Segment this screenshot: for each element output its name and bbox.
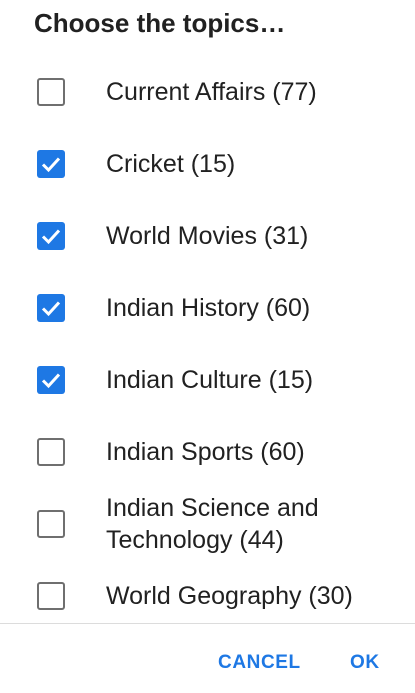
list-item-label: Indian Culture (15) bbox=[106, 366, 314, 394]
ok-button[interactable]: OK bbox=[350, 652, 380, 674]
list-item-label: Current Affairs (77) bbox=[106, 78, 317, 106]
list-item-indian-science-technology[interactable]: Indian Science and Technology (44) bbox=[0, 492, 415, 556]
list-item-label: Indian History (60) bbox=[106, 294, 311, 322]
divider bbox=[0, 623, 415, 624]
topics-list[interactable]: Current Affairs (77) Cricket (15) World … bbox=[0, 56, 415, 616]
list-item-label-line2: Technology (44) bbox=[106, 526, 284, 554]
topics-dialog: Choose the topics… Current Affairs (77) … bbox=[0, 0, 415, 693]
list-item-cricket[interactable]: Cricket (15) bbox=[0, 148, 415, 180]
cancel-button[interactable]: CANCEL bbox=[218, 652, 301, 674]
checkbox-unchecked-icon[interactable] bbox=[37, 438, 65, 466]
list-item-world-movies[interactable]: World Movies (31) bbox=[0, 220, 415, 252]
list-item-current-affairs[interactable]: Current Affairs (77) bbox=[0, 76, 415, 108]
checkbox-checked-icon[interactable] bbox=[37, 366, 65, 394]
list-item-label: Cricket (15) bbox=[106, 150, 236, 178]
list-item-label: World Geography (30) bbox=[106, 582, 353, 610]
checkbox-checked-icon[interactable] bbox=[37, 222, 65, 250]
checkbox-unchecked-icon[interactable] bbox=[37, 78, 65, 106]
list-item-indian-culture[interactable]: Indian Culture (15) bbox=[0, 364, 415, 396]
list-item-label: Indian Sports (60) bbox=[106, 438, 305, 466]
list-item-label-line1: Indian Science and bbox=[106, 494, 319, 522]
list-item-world-geography[interactable]: World Geography (30) bbox=[0, 580, 415, 612]
list-item-indian-history[interactable]: Indian History (60) bbox=[0, 292, 415, 324]
checkbox-checked-icon[interactable] bbox=[37, 150, 65, 178]
dialog-title: Choose the topics… bbox=[34, 8, 286, 38]
list-item-indian-sports[interactable]: Indian Sports (60) bbox=[0, 436, 415, 468]
checkbox-checked-icon[interactable] bbox=[37, 294, 65, 322]
list-item-label: World Movies (31) bbox=[106, 222, 309, 250]
checkbox-unchecked-icon[interactable] bbox=[37, 510, 65, 538]
checkbox-unchecked-icon[interactable] bbox=[37, 582, 65, 610]
